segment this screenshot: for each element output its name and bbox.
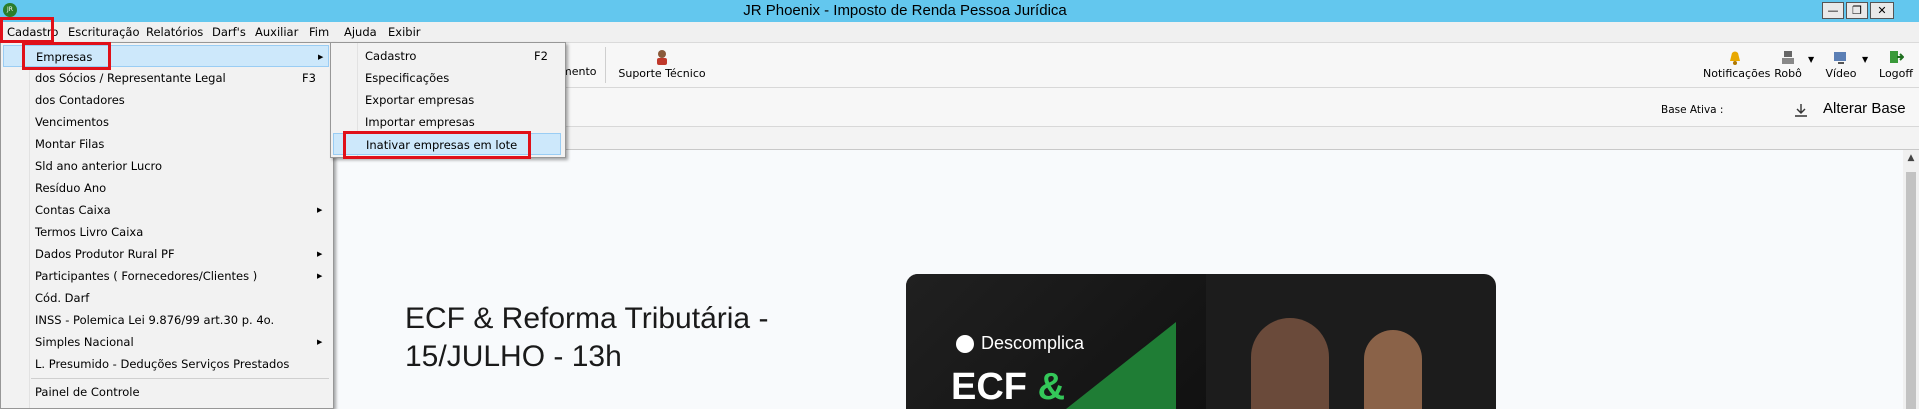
download-icon[interactable] [1793,102,1809,118]
menu-item-produtor-rural[interactable]: Dados Produtor Rural PF ▶ [3,243,329,265]
menu-item-label: Simples Nacional [35,335,134,349]
menu-item-termos-livro-caixa[interactable]: Termos Livro Caixa [3,221,329,243]
logoff-icon [1890,51,1904,63]
menu-item-label: Exportar empresas [365,93,475,107]
menu-bar: Cadastro Escrituração Relatórios Darf's … [0,22,1919,43]
menu-item-simples-nacional[interactable]: Simples Nacional ▶ [3,331,329,353]
menu-item-label: Participantes ( Fornecedores/Clientes ) [35,269,258,283]
menu-exibir[interactable]: Exibir [387,22,422,42]
menu-item-label: Cadastro [365,49,417,63]
menu-item-label: Importar empresas [365,115,475,129]
menu-escrituracao[interactable]: Escrituração [67,22,140,42]
menu-item-shortcut: F2 [534,49,548,63]
menu-item-vencimentos[interactable]: Vencimentos [3,111,329,133]
scrollbar-thumb[interactable] [1906,172,1916,409]
submenu-item-importar[interactable]: Importar empresas [333,111,561,133]
toolbar-divider [605,47,606,83]
menu-item-label: Inativar empresas em lote [366,138,518,152]
submenu-item-especificacoes[interactable]: Especificações [333,67,561,89]
active-base-label: Base Ativa : [1661,104,1724,116]
menu-item-label: Vencimentos [35,115,109,129]
menu-item-socios[interactable]: dos Sócios / Representante Legal F3 [3,67,329,89]
menu-item-sld-ano-anterior[interactable]: Sld ano anterior Lucro [3,155,329,177]
video-label: Vídeo [1825,67,1857,80]
descomplica-logo-icon [956,335,974,353]
window-title: JR Phoenix - Imposto de Renda Pessoa Jur… [743,2,1067,19]
logoff-button[interactable]: Logoff [1876,43,1916,87]
menu-item-shortcut: F3 [302,71,316,85]
empresas-submenu: Cadastro F2 Especificações Exportar empr… [330,42,566,158]
submenu-arrow-icon: ▶ [317,272,323,280]
minimize-icon[interactable]: — [1822,2,1844,19]
submenu-item-exportar[interactable]: Exportar empresas [333,89,561,111]
menu-item-label: Dados Produtor Rural PF [35,247,175,261]
robot-icon [1782,51,1794,64]
bell-icon [1730,51,1740,65]
menu-item-label: Cód. Darf [35,291,90,305]
video-icon [1834,52,1846,64]
menu-relatorios[interactable]: Relatórios [145,22,204,42]
video-button[interactable]: Vídeo [1822,43,1860,87]
promo-brand: Descomplica [981,333,1085,353]
scroll-up-icon[interactable]: ▲ [1903,150,1919,166]
menu-item-label: Especificações [365,71,450,85]
video-dropdown-chevron-icon[interactable]: ▼ [1862,55,1868,64]
close-icon[interactable]: ✕ [1870,2,1894,19]
presenter-photo-2 [1364,330,1422,409]
change-base-button[interactable]: Alterar Base [1823,100,1906,117]
support-button[interactable]: Suporte Técnico [617,43,707,87]
promo-title-amp: & [1037,366,1066,408]
menu-item-label: Sld ano anterior Lucro [35,159,163,173]
menu-ajuda[interactable]: Ajuda [343,22,378,42]
menu-cadastro[interactable]: Cadastro [6,22,59,42]
menu-item-label: dos Sócios / Representante Legal [35,71,226,85]
logoff-label: Logoff [1879,67,1913,80]
submenu-item-inativar-lote[interactable]: Inativar empresas em lote [333,133,561,155]
menu-item-inss[interactable]: INSS - Polemica Lei 9.876/99 art.30 p. 4… [3,309,329,331]
menu-auxiliar[interactable]: Auxiliar [254,22,299,42]
menu-item-cod-darf[interactable]: Cód. Darf [3,287,329,309]
menu-item-label: Painel de Controle [35,385,140,399]
menu-fim[interactable]: Fim [308,22,330,42]
submenu-arrow-icon: ▶ [318,53,324,61]
submenu-arrow-icon: ▶ [317,250,323,258]
menu-item-label: Empresas [36,50,93,64]
submenu-item-cadastro[interactable]: Cadastro F2 [333,45,561,67]
submenu-arrow-icon: ▶ [317,206,323,214]
menu-item-label: INSS - Polemica Lei 9.876/99 art.30 p. 4… [35,313,275,327]
menu-item-label: Contas Caixa [35,203,111,217]
promo-banner[interactable]: Descomplica ECF & [906,274,1496,409]
notifications-label: Notificações [1703,67,1771,80]
robot-button[interactable]: Robô [1770,43,1806,87]
menu-item-label: Montar Filas [35,137,105,151]
menu-item-label: Resíduo Ano [35,181,107,195]
menu-item-lucro-presumido[interactable]: L. Presumido - Deduções Serviços Prestad… [3,353,329,375]
event-headline: ECF & Reforma Tributária - 15/JULHO - 13… [405,302,769,373]
support-icon [657,50,667,65]
robot-label: Robô [1774,67,1802,80]
menu-darfs[interactable]: Darf's [211,22,247,42]
support-label: Suporte Técnico [618,67,706,80]
menu-item-residuo-ano[interactable]: Resíduo Ano [3,177,329,199]
toolbar-partial-label[interactable]: mento [561,65,597,81]
restore-icon[interactable]: ❐ [1846,2,1868,19]
presenter-photo-1 [1251,318,1329,409]
menu-item-label: Termos Livro Caixa [35,225,144,239]
menu-item-painel-controle[interactable]: Painel de Controle [3,381,329,403]
menu-item-montar-filas[interactable]: Montar Filas [3,133,329,155]
menu-item-contadores[interactable]: dos Contadores [3,89,329,111]
menu-separator [31,378,329,379]
submenu-arrow-icon: ▶ [317,338,323,346]
promo-title-prefix: ECF [951,366,1027,408]
robot-dropdown-chevron-icon[interactable]: ▼ [1808,55,1814,64]
menu-item-participantes[interactable]: Participantes ( Fornecedores/Clientes ) … [3,265,329,287]
menu-item-label: L. Presumido - Deduções Serviços Prestad… [35,357,290,371]
promo-title: ECF & [951,366,1065,409]
menu-item-contas-caixa[interactable]: Contas Caixa ▶ [3,199,329,221]
menu-item-empresas[interactable]: Empresas ▶ [3,45,329,67]
menu-item-label: dos Contadores [35,93,125,107]
notifications-button[interactable]: Notificações [1703,43,1771,87]
cadastro-menu: Empresas ▶ dos Sócios / Representante Le… [0,42,334,409]
